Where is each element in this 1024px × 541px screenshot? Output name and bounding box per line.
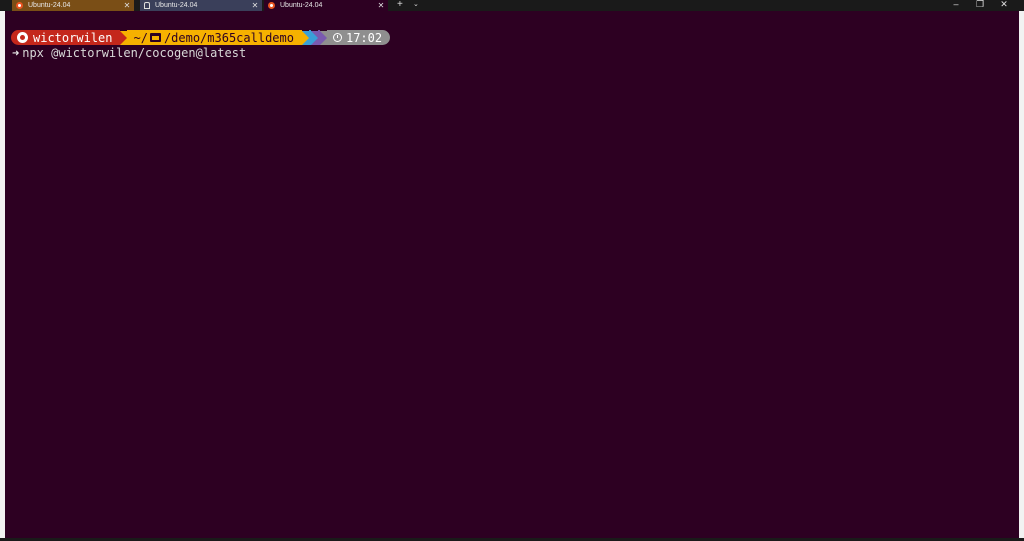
prompt-time-segment: 17:02 <box>326 30 391 45</box>
tab-ubuntu-3[interactable]: Ubuntu-24.04 ✕ <box>264 0 388 11</box>
maximize-button[interactable]: ❐ <box>970 0 990 10</box>
tab-dropdown-button[interactable]: ⌄ <box>413 0 419 8</box>
shell-prompt: wictorwilen ~/ /demo/m365calldemo 17:02 <box>11 30 391 45</box>
powerline-separator <box>319 30 327 45</box>
tab-ubuntu-1[interactable]: Ubuntu-24.04 ✕ <box>12 0 134 11</box>
prompt-path: /demo/m365calldemo <box>163 30 294 45</box>
clock-icon <box>332 33 342 42</box>
left-border <box>0 11 5 541</box>
prompt-user-segment: wictorwilen <box>11 30 121 45</box>
ubuntu-icon <box>17 32 28 43</box>
powerline-separator <box>310 30 318 45</box>
arrow-right-icon: ➜ <box>12 46 20 60</box>
command-text: npx @wictorwilen/cocogen@latest <box>22 46 247 60</box>
ubuntu-icon <box>268 2 275 9</box>
tab-bar: Ubuntu-24.04 ✕ Ubuntu-24.04 ✕ Ubuntu-24.… <box>0 0 1024 11</box>
prompt-path-segment: ~/ /demo/m365calldemo <box>127 30 302 45</box>
powerline-separator <box>120 30 128 45</box>
ubuntu-icon <box>16 2 23 9</box>
minimize-button[interactable]: – <box>946 0 966 9</box>
close-window-button[interactable]: ✕ <box>994 0 1014 10</box>
bell-icon <box>144 2 150 9</box>
prompt-home: ~/ <box>133 30 148 45</box>
right-border <box>1019 11 1024 541</box>
terminal-window: Ubuntu-24.04 ✕ Ubuntu-24.04 ✕ Ubuntu-24.… <box>0 0 1024 541</box>
powerline-separator <box>301 30 309 45</box>
command-line[interactable]: ➜ npx @wictorwilen/cocogen@latest <box>12 46 246 60</box>
prompt-username: wictorwilen <box>33 30 113 45</box>
tab-close-icon[interactable]: ✕ <box>248 1 262 10</box>
tab-close-icon[interactable]: ✕ <box>120 1 134 10</box>
tab-close-icon[interactable]: ✕ <box>374 1 388 10</box>
new-tab-button[interactable]: + <box>397 0 403 10</box>
tab-label: Ubuntu-24.04 <box>280 2 323 9</box>
prompt-time: 17:02 <box>345 30 383 45</box>
tab-label: Ubuntu-24.04 <box>28 2 71 9</box>
folder-icon <box>149 33 161 42</box>
tab-ubuntu-2[interactable]: Ubuntu-24.04 ✕ <box>140 0 262 11</box>
tab-label: Ubuntu-24.04 <box>155 2 198 9</box>
